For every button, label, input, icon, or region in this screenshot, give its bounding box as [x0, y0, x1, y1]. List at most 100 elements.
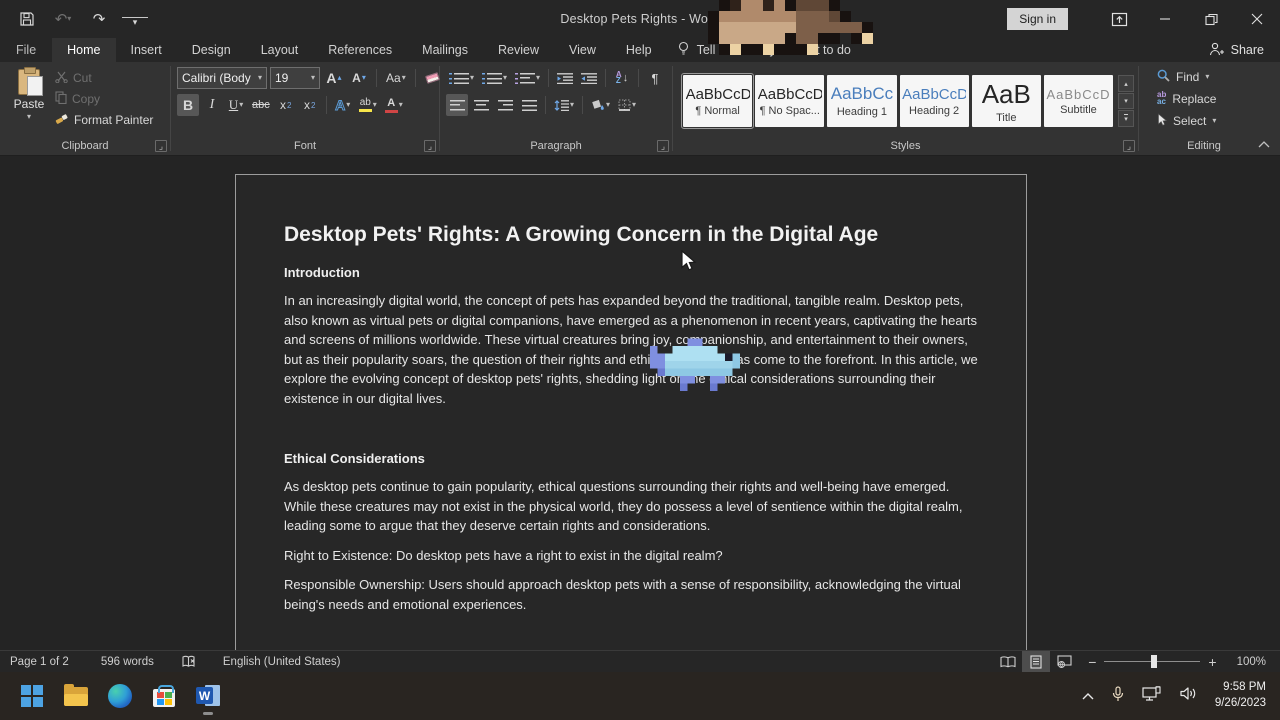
align-right-button[interactable] [494, 94, 516, 116]
grow-font-button[interactable]: A▴ [323, 67, 345, 89]
sign-in-button[interactable]: Sign in [1007, 8, 1068, 30]
styles-scroll-down-icon[interactable]: ▾ [1118, 93, 1134, 110]
word-app-icon[interactable]: W [196, 684, 220, 708]
paragraph: In an increasingly digital world, the co… [284, 291, 978, 408]
style-title[interactable]: AaB Title [972, 75, 1041, 127]
clock-date: 9/26/2023 [1215, 696, 1266, 712]
fish-pet-sprite[interactable] [650, 338, 740, 396]
editing-group: Find▾ abac Replace Select▾ Editing [1139, 62, 1269, 155]
text-effects-button[interactable]: A▾ [332, 94, 354, 116]
proofing-status-icon[interactable] [172, 655, 207, 668]
underline-button[interactable]: U▾ [225, 94, 247, 116]
replace-button[interactable]: abac Replace [1153, 89, 1220, 108]
paste-button[interactable]: Paste ▾ [6, 67, 52, 135]
ribbon-display-options-icon[interactable] [1096, 0, 1142, 38]
share-person-icon [1209, 42, 1225, 59]
tab-help[interactable]: Help [611, 38, 667, 62]
multilevel-list-button[interactable]: ▾ [512, 67, 543, 89]
web-layout-icon[interactable] [1050, 651, 1078, 672]
zoom-slider-handle[interactable] [1151, 655, 1157, 668]
font-dialog-launcher-icon[interactable]: ⌟ [424, 140, 436, 152]
microsoft-store-icon[interactable] [152, 684, 176, 708]
style-no-spacing[interactable]: AaBbCcDc ¶ No Spac... [755, 75, 824, 127]
mouse-cursor [681, 250, 698, 278]
tab-layout[interactable]: Layout [246, 38, 314, 62]
style-heading-2[interactable]: AaBbCcD Heading 2 [900, 75, 969, 127]
style-subtitle[interactable]: AaBbCcD Subtitle [1044, 75, 1113, 127]
increase-indent-button[interactable] [578, 67, 600, 89]
tab-mailings[interactable]: Mailings [407, 38, 483, 62]
select-button[interactable]: Select▾ [1153, 111, 1220, 130]
tab-view[interactable]: View [554, 38, 611, 62]
borders-button[interactable]: ▾ [615, 94, 639, 116]
ribbon: Paste ▾ Cut Copy Format Painter [0, 62, 1280, 156]
show-formatting-marks-button[interactable]: ¶ [644, 67, 666, 89]
bold-button[interactable]: B [177, 94, 199, 116]
copy-button[interactable]: Copy [52, 90, 156, 108]
styles-scroll-up-icon[interactable]: ▴ [1118, 75, 1134, 92]
zoom-in-button[interactable]: + [1208, 654, 1216, 670]
tab-insert[interactable]: Insert [116, 38, 177, 62]
find-button[interactable]: Find▾ [1153, 67, 1220, 86]
font-name-combo[interactable]: Calibri (Body▾ [177, 67, 267, 89]
tab-references[interactable]: References [313, 38, 407, 62]
sort-button[interactable]: AZ ↓ [611, 67, 633, 89]
tab-review[interactable]: Review [483, 38, 554, 62]
restore-button[interactable] [1188, 0, 1234, 38]
superscript-button[interactable]: x2 [299, 94, 321, 116]
word-count[interactable]: 596 words [91, 656, 164, 668]
highlight-color-button[interactable]: ab ▾ [356, 94, 380, 116]
format-painter-button[interactable]: Format Painter [52, 111, 156, 129]
zoom-level[interactable]: 100% [1227, 656, 1280, 668]
format-painter-icon [55, 112, 69, 128]
subscript-button[interactable]: x2 [275, 94, 297, 116]
rat-pet-sprite[interactable] [708, 0, 873, 60]
collapse-ribbon-icon[interactable] [1258, 140, 1270, 151]
decrease-indent-button[interactable] [554, 67, 576, 89]
start-button[interactable] [20, 684, 44, 708]
styles-dialog-launcher-icon[interactable]: ⌟ [1123, 140, 1135, 152]
edge-browser-icon[interactable] [108, 684, 132, 708]
clipboard-dialog-launcher-icon[interactable]: ⌟ [155, 140, 167, 152]
tab-home[interactable]: Home [52, 38, 115, 62]
taskbar-clock[interactable]: 9:58 PM 9/26/2023 [1215, 680, 1266, 711]
paragraph-group: ▾ ▾ ▾ AZ ↓ ¶ [440, 62, 672, 155]
shrink-font-button[interactable]: A▾ [348, 67, 370, 89]
tab-design[interactable]: Design [177, 38, 246, 62]
page-indicator[interactable]: Page 1 of 2 [0, 656, 79, 668]
zoom-slider[interactable] [1104, 661, 1200, 662]
justify-button[interactable] [518, 94, 540, 116]
change-case-button[interactable]: Aa▾ [383, 67, 409, 89]
align-left-button[interactable] [446, 94, 468, 116]
styles-more-icon[interactable]: ▾ [1118, 110, 1134, 127]
tray-chevron-icon[interactable] [1082, 687, 1094, 705]
tab-file[interactable]: File [0, 38, 52, 62]
font-color-button[interactable]: A ▾ [382, 94, 406, 116]
print-layout-icon[interactable] [1022, 651, 1050, 672]
read-mode-icon[interactable] [994, 651, 1022, 672]
speaker-icon[interactable] [1180, 686, 1197, 706]
file-explorer-icon[interactable] [64, 684, 88, 708]
microphone-icon[interactable] [1112, 686, 1124, 707]
network-icon[interactable] [1142, 686, 1162, 707]
numbering-button[interactable]: ▾ [479, 67, 510, 89]
section-heading-ethical-considerations: Ethical Considerations [284, 451, 978, 466]
bullets-button[interactable]: ▾ [446, 67, 477, 89]
paragraph-dialog-launcher-icon[interactable]: ⌟ [657, 140, 669, 152]
style-heading-1[interactable]: AaBbCc Heading 1 [827, 75, 896, 127]
close-button[interactable] [1234, 0, 1280, 38]
cut-button[interactable]: Cut [52, 69, 156, 87]
zoom-out-button[interactable]: − [1088, 654, 1096, 670]
font-size-combo[interactable]: 19▾ [270, 67, 320, 89]
minimize-button[interactable] [1142, 0, 1188, 38]
strikethrough-button[interactable]: abc [249, 94, 273, 116]
italic-button[interactable]: I [201, 94, 223, 116]
justify-icon [522, 100, 537, 111]
line-spacing-button[interactable]: ▾ [551, 94, 577, 116]
language-indicator[interactable]: English (United States) [213, 656, 351, 668]
style-normal[interactable]: AaBbCcDc ¶ Normal [683, 75, 752, 127]
share-button[interactable]: Share [1209, 38, 1280, 62]
document-page[interactable]: Desktop Pets' Rights: A Growing Concern … [235, 174, 1027, 650]
align-center-button[interactable] [470, 94, 492, 116]
shading-button[interactable]: ▾ [588, 94, 613, 116]
